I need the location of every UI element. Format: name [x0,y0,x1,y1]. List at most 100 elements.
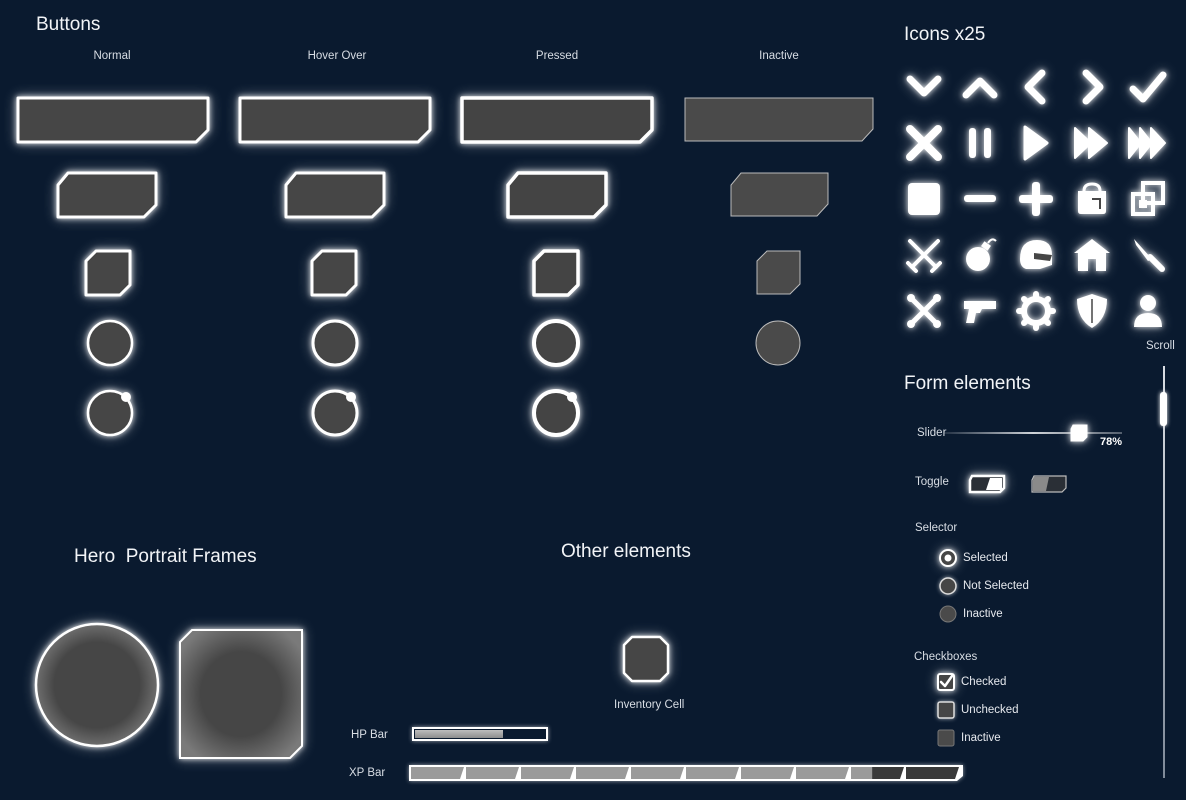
knife-icon [1128,235,1168,275]
radio-not-selected-label: Not Selected [963,580,1029,592]
chevron-up-icon [960,67,1000,107]
check-icon [1128,67,1168,107]
icons-title: Icons x25 [904,24,986,45]
checkbox-checked-icon [937,673,955,691]
hero-portrait-square [179,629,303,759]
checkbox-unchecked[interactable]: Unchecked [936,700,1019,720]
scrollbar-thumb[interactable] [1160,392,1167,426]
large-button-normal[interactable] [16,96,210,144]
xp-segment [411,767,464,779]
small-button-pressed[interactable] [532,249,580,297]
round-notify-button-normal[interactable] [85,388,135,438]
small-button-normal[interactable] [84,249,132,297]
scroll-label: Scroll [1146,340,1175,352]
radio-selected-label: Selected [963,552,1008,564]
slider-handle[interactable] [1069,423,1089,443]
xp-segment [686,767,739,779]
checkbox-inactive: Inactive [936,728,1001,748]
skip-forward-icon [1128,123,1168,163]
xp-bar-segments [409,765,963,781]
stop-icon [904,179,944,219]
checkbox-unchecked-icon [937,701,955,719]
form-title: Form elements [904,373,1031,394]
checkbox-unchecked-label: Unchecked [961,704,1019,716]
xp-segment [906,767,959,779]
slider-label: Slider [917,427,947,439]
slider-track[interactable] [944,432,1122,434]
state-label-hover: Hover Over [307,50,367,62]
radio-selected[interactable]: Selected [938,548,1008,568]
medium-button-normal[interactable] [56,171,158,219]
medium-button-inactive [730,172,829,217]
state-label-inactive: Inactive [759,50,799,62]
xp-segment [631,767,684,779]
radio-selected-icon [939,549,957,567]
toggle-label: Toggle [915,476,949,488]
pause-icon [960,123,1000,163]
small-button-inactive [756,250,801,295]
slider-value: 78% [1100,436,1123,448]
hp-bar-fill [415,730,503,738]
xp-segment [741,767,794,779]
scrollbar-track[interactable] [1163,366,1165,778]
bag-icon [1072,179,1112,219]
other-title: Other elements [561,541,691,562]
bomb-icon [960,235,1000,275]
shield-icon [1072,291,1112,331]
small-button-hover[interactable] [310,249,358,297]
radio-inactive-icon [939,605,957,623]
checkbox-checked[interactable]: Checked [936,672,1006,692]
minus-icon [960,179,1000,219]
xp-segment [521,767,574,779]
xp-bar [408,764,964,782]
toggle-on[interactable] [968,474,1006,494]
round-button-pressed[interactable] [531,318,581,368]
medium-button-hover[interactable] [284,171,386,219]
play-icon [1016,123,1056,163]
chevron-right-icon [1072,67,1112,107]
large-button-inactive [684,97,874,142]
checkbox-inactive-label: Inactive [961,732,1001,744]
gear-icon [1016,291,1056,331]
buttons-title: Buttons [36,14,101,35]
gun-icon [960,291,1000,331]
copy-icon [1128,179,1168,219]
user-icon [1128,291,1168,331]
checkbox-inactive-icon [937,729,955,747]
round-notify-button-pressed[interactable] [531,388,581,438]
state-label-normal: Normal [93,50,131,62]
selector-label: Selector [915,522,958,534]
inventory-cell-label: Inventory Cell [614,699,685,711]
round-button-normal[interactable] [85,318,135,368]
chevron-left-icon [1016,67,1056,107]
large-button-pressed[interactable] [460,96,654,144]
round-notify-button-hover[interactable] [310,388,360,438]
large-button-hover[interactable] [238,96,432,144]
radio-not-selected-icon [939,577,957,595]
round-button-inactive [755,320,801,366]
house-icon [1072,235,1112,275]
crossed-swords-icon [904,235,944,275]
radio-inactive-label: Inactive [963,608,1003,620]
hero-title: Hero Portrait Frames [74,546,257,567]
close-icon [904,123,944,163]
chevron-down-icon [904,67,944,107]
checkboxes-label: Checkboxes [914,651,978,663]
hp-bar-label: HP Bar [351,729,388,741]
xp-segment [576,767,629,779]
inventory-cell[interactable] [622,635,670,683]
crossed-bones-icon [904,291,944,331]
state-label-pressed: Pressed [535,50,579,62]
xp-segment [466,767,519,779]
xp-segment-partial [851,767,873,779]
round-button-hover[interactable] [310,318,360,368]
xp-segment [796,767,849,779]
medium-button-pressed[interactable] [506,171,608,219]
helmet-icon [1016,235,1056,275]
plus-icon [1016,179,1056,219]
hero-portrait-circle [34,622,160,748]
radio-not-selected[interactable]: Not Selected [938,576,1029,596]
checkbox-checked-label: Checked [961,676,1007,688]
toggle-off[interactable] [1030,474,1068,494]
hp-bar [412,727,548,741]
